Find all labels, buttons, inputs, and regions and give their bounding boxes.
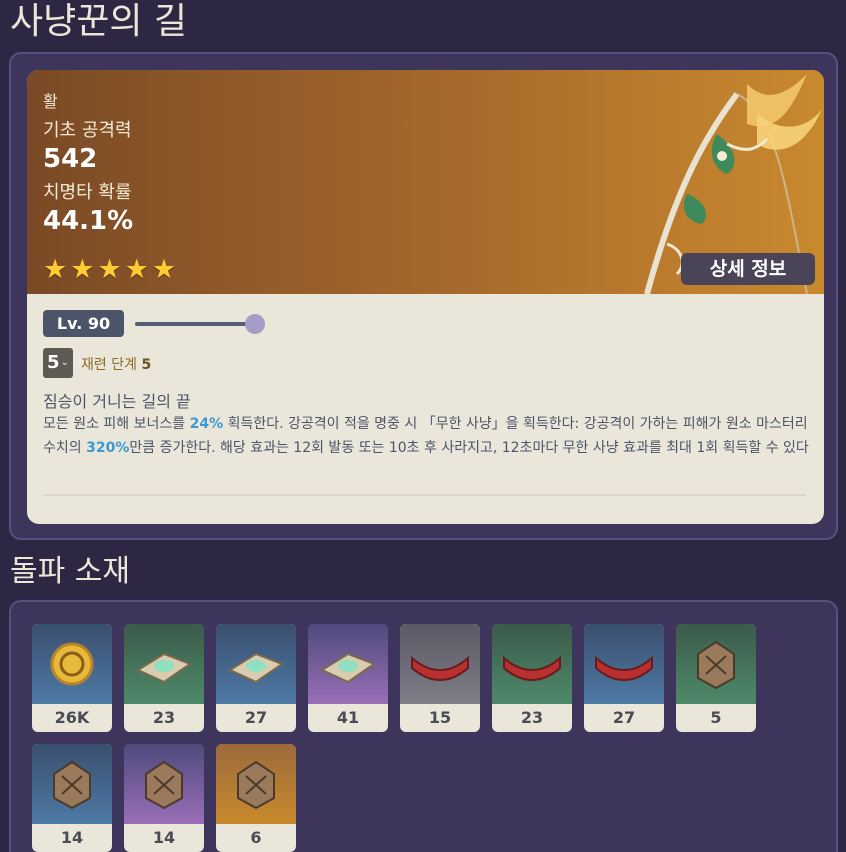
passive-name: 짐승이 거니는 길의 끝 — [43, 392, 191, 411]
material-item[interactable]: 14 — [32, 744, 112, 852]
material-item[interactable]: 15 — [400, 624, 480, 732]
weapon-type: 활 — [43, 92, 58, 111]
material-item[interactable]: 5 — [676, 624, 756, 732]
material-item[interactable]: 41 — [308, 624, 388, 732]
materials-title: 돌파 소재 — [10, 554, 130, 589]
material-item[interactable]: 27 — [216, 624, 296, 732]
material-count: 27 — [612, 708, 636, 727]
star-icon: ★ — [151, 254, 177, 285]
passive-desc-part: 만큼 증가한다. 해당 효과는 12회 발동 또는 10초 후 사라지고, 12… — [129, 440, 809, 456]
material-count: 5 — [710, 708, 722, 727]
chaos-gear-green-icon — [676, 624, 756, 704]
weapon-header: 활 기초 공격력 542 치명타 확률 44.1% ★ ★ ★ ★ ★ 상세 정보 — [27, 70, 824, 294]
star-icon: ★ — [97, 254, 122, 285]
weapon-panel: 활 기초 공격력 542 치명타 확률 44.1% ★ ★ ★ ★ ★ 상세 정보 Lv… — [9, 52, 838, 540]
level-slider-track[interactable] — [135, 322, 255, 326]
handguard-gray-icon — [400, 624, 480, 704]
level-slider-thumb[interactable] — [245, 314, 265, 334]
material-count: 26K — [54, 708, 90, 727]
material-count: 41 — [336, 708, 360, 727]
star-icon: ★ — [70, 254, 95, 285]
material-item[interactable]: 23 — [492, 624, 572, 732]
material-count: 23 — [520, 708, 544, 727]
chaos-gear-gold-icon — [216, 744, 296, 824]
passive-highlight: 320% — [86, 440, 130, 456]
level-badge: Lv. 90 — [43, 310, 124, 337]
material-count: 14 — [152, 828, 176, 847]
weapon-card: 활 기초 공격력 542 치명타 확률 44.1% ★ ★ ★ ★ ★ 상세 정보 Lv… — [27, 70, 824, 524]
refinement-label: 재련 단계 5 — [81, 354, 151, 374]
rarity-stars: ★ ★ ★ ★ ★ — [43, 256, 176, 284]
details-button[interactable]: 상세 정보 — [681, 253, 815, 285]
star-icon: ★ — [124, 254, 149, 285]
passive-highlight: 24% — [189, 416, 224, 432]
materials-panel: 26K 23 27 41 15 23 27 5 14 14 6 — [9, 600, 838, 852]
material-count: 6 — [250, 828, 262, 847]
material-item[interactable]: 26K — [32, 624, 112, 732]
material-count: 15 — [428, 708, 452, 727]
material-item[interactable]: 14 — [124, 744, 204, 852]
chevron-down-icon: ⌄ — [60, 357, 69, 368]
star-icon: ★ — [43, 254, 68, 285]
refinement-selected: 5 — [47, 352, 60, 373]
refinement-select[interactable]: 5⌄ — [43, 348, 73, 378]
crit-rate-label: 치명타 확률 — [43, 182, 132, 203]
handguard-green-icon — [492, 624, 572, 704]
passive-desc-part: 모든 원소 피해 보너스를 — [43, 416, 190, 432]
tablet-purple-icon — [308, 624, 388, 704]
material-item[interactable]: 27 — [584, 624, 664, 732]
page-title: 사냥꾼의 길 — [10, 1, 188, 42]
material-item[interactable]: 6 — [216, 744, 296, 852]
material-item[interactable]: 23 — [124, 624, 204, 732]
material-count: 23 — [152, 708, 176, 727]
crit-rate-value: 44.1% — [43, 206, 134, 236]
refinement-label-text: 재련 단계 — [81, 357, 137, 373]
base-atk-value: 542 — [43, 144, 98, 174]
material-count: 27 — [244, 708, 268, 727]
handguard-blue-icon — [584, 624, 664, 704]
material-count: 14 — [60, 828, 84, 847]
base-atk-label: 기초 공격력 — [43, 120, 132, 141]
refinement-value: 5 — [141, 357, 152, 373]
passive-description: 모든 원소 피해 보너스를 24% 획득한다. 강공격이 적을 명중 시 「무한… — [43, 412, 813, 460]
tablet-blue-icon — [216, 624, 296, 704]
mora-coin-icon — [32, 624, 112, 704]
chaos-gear-purple-icon — [124, 744, 204, 824]
divider — [43, 494, 806, 496]
tablet-green-icon — [124, 624, 204, 704]
chaos-gear-blue-icon — [32, 744, 112, 824]
